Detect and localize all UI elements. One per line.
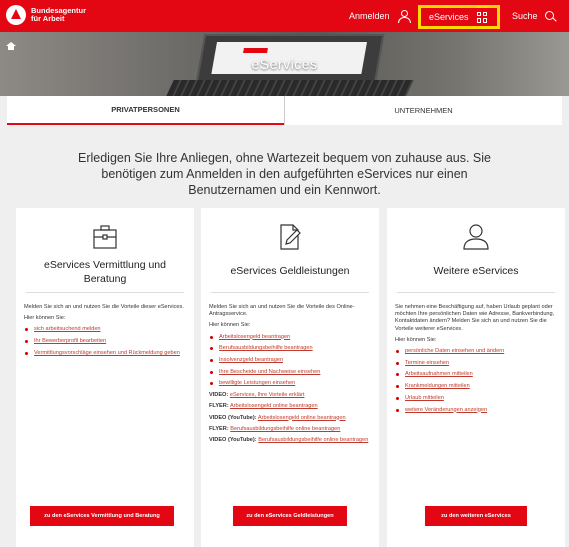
list-item: bewilligte Leistungen einsehen xyxy=(209,380,373,387)
card-title: eServices Geldleistungen xyxy=(230,265,350,277)
media-row: FLYER: Berufsausbildungsbeihilfe online … xyxy=(209,425,341,432)
card-vermittlung: eServices Vermittlung und Beratung Melde… xyxy=(16,208,194,547)
link-krankmeldungen[interactable]: Krankmeldungen mitteilen xyxy=(405,383,470,389)
ba-logo-icon xyxy=(6,5,26,25)
media-row: VIDEO (YouTube): Berufsausbildungsbeihil… xyxy=(209,436,369,443)
media-row: VIDEO: eServices, Ihre Vorteile erklärt xyxy=(209,392,305,399)
media-row: FLYER: Arbeitslosengeld online beantrage… xyxy=(209,403,318,410)
intro-text: Erledigen Sie Ihre Anliegen, ohne Wartez… xyxy=(78,151,491,197)
media-link[interactable]: Berufsausbildungsbeihilfe online beantra… xyxy=(230,426,340,432)
link-persoenliche-daten[interactable]: persönliche Daten einsehen und ändern xyxy=(405,348,504,354)
top-header: Bundesagentur für Arbeit Anmelden eServi… xyxy=(0,0,569,32)
link-urlaub[interactable]: Urlaub mitteilen xyxy=(405,395,444,401)
link-bescheide[interactable]: Ihre Bescheide und Nachweise einsehen xyxy=(219,369,320,375)
grid-icon xyxy=(476,11,488,23)
link-alg-beantragen[interactable]: Arbeitslosengeld beantragen xyxy=(219,334,290,340)
link-list: sich arbeitsuchend melden Ihr Bewerberpr… xyxy=(24,326,188,357)
list-item: weitere Veränderungen anzeigen xyxy=(395,407,559,414)
audience-tabs: PRIVATPERSONEN UNTERNEHMEN xyxy=(7,96,562,125)
media-link[interactable]: eServices, Ihre Vorteile erklärt xyxy=(230,392,305,398)
card-here-label: Hier können Sie: xyxy=(24,315,66,322)
link-bab-beantragen[interactable]: Berufsausbildungsbeihilfe beantragen xyxy=(219,345,313,351)
list-item: Insolvenzgeld beantragen xyxy=(209,357,373,364)
card-geldleistungen: eServices Geldleistungen Melden Sie sich… xyxy=(201,208,379,547)
eservices-link[interactable]: eServices xyxy=(418,5,500,29)
media-link[interactable]: Arbeitslosengeld online beantragen xyxy=(230,403,318,409)
list-item: Krankmeldungen mitteilen xyxy=(395,383,559,390)
link-vermittlungsvorschlaege[interactable]: Vermittlungsvorschläge einsehen und Rück… xyxy=(34,350,180,356)
link-insolvenzgeld[interactable]: Insolvenzgeld beantragen xyxy=(219,357,283,363)
media-link[interactable]: Berufsausbildungsbeihilfe online beantra… xyxy=(258,437,368,443)
divider xyxy=(211,292,369,293)
link-veraenderungen[interactable]: weitere Veränderungen anzeigen xyxy=(405,407,487,413)
list-item: Arbeitsaufnahmen mitteilen xyxy=(395,371,559,378)
brand-line-2: für Arbeit xyxy=(31,14,65,23)
vermittlung-button[interactable]: zu den eServices Vermittlung und Beratun… xyxy=(30,506,174,526)
person-icon xyxy=(463,224,489,250)
list-item: persönliche Daten einsehen und ändern xyxy=(395,348,559,355)
list-item: Ihre Bescheide und Nachweise einsehen xyxy=(209,369,373,376)
media-row: VIDEO (YouTube): Arbeitslosengeld online… xyxy=(209,414,346,421)
user-icon xyxy=(397,10,411,23)
home-icon[interactable] xyxy=(6,42,16,50)
briefcase-icon xyxy=(93,225,117,249)
list-item: Arbeitslosengeld beantragen xyxy=(209,334,373,341)
link-arbeitsaufnahmen[interactable]: Arbeitsaufnahmen mitteilen xyxy=(405,371,473,377)
media-link[interactable]: Arbeitslosengeld online beantragen xyxy=(258,415,346,421)
list-item: Vermittlungsvorschläge einsehen und Rück… xyxy=(24,350,188,357)
hero-title: eServices xyxy=(251,56,318,72)
hero-keyboard-image xyxy=(166,80,414,96)
divider xyxy=(397,292,555,293)
search-icon xyxy=(544,10,556,22)
card-intro: Melden Sie sich an und nutzen Sie die Vo… xyxy=(24,304,184,310)
brand-logo[interactable]: Bundesagentur für Arbeit xyxy=(6,5,86,25)
card-intro: Sie nehmen eine Beschäftigung auf, haben… xyxy=(395,304,555,332)
search-label: Suche xyxy=(512,11,538,21)
list-item: Ihr Bewerberprofil bearbeiten xyxy=(24,338,188,345)
link-list: Arbeitslosengeld beantragen Berufsausbil… xyxy=(209,334,373,388)
geldleistungen-button[interactable]: zu den eServices Geldleistungen xyxy=(233,506,347,526)
link-list: persönliche Daten einsehen und ändern Te… xyxy=(395,348,559,414)
list-item: Termine einsehen xyxy=(395,360,559,367)
hero-banner: eServices xyxy=(0,32,569,96)
list-item: Berufsausbildungsbeihilfe beantragen xyxy=(209,345,373,352)
card-title: Weitere eServices xyxy=(433,265,519,277)
eservices-label: eServices xyxy=(429,12,469,22)
link-bewerberprofil[interactable]: Ihr Bewerberprofil bearbeiten xyxy=(34,338,106,344)
card-here-label: Hier können Sie: xyxy=(395,336,437,343)
login-label: Anmelden xyxy=(349,11,390,21)
link-bewilligte-leistungen[interactable]: bewilligte Leistungen einsehen xyxy=(219,380,295,386)
document-edit-icon xyxy=(280,224,301,250)
list-item: sich arbeitsuchend melden xyxy=(24,326,188,333)
login-link[interactable]: Anmelden xyxy=(349,0,411,32)
divider xyxy=(26,292,184,293)
card-intro: Melden Sie sich an und nutzen Sie die Vo… xyxy=(209,304,355,318)
tab-privatpersonen[interactable]: PRIVATPERSONEN xyxy=(7,96,284,125)
search-link[interactable]: Suche xyxy=(512,0,556,32)
list-item: Urlaub mitteilen xyxy=(395,395,559,402)
tab-unternehmen[interactable]: UNTERNEHMEN xyxy=(285,96,562,125)
card-here-label: Hier können Sie: xyxy=(209,322,251,329)
card-weitere: Weitere eServices Sie nehmen eine Beschä… xyxy=(387,208,565,547)
link-arbeitsuchend[interactable]: sich arbeitsuchend melden xyxy=(34,326,101,332)
weitere-button[interactable]: zu den weiteren eServices xyxy=(425,506,527,526)
link-termine[interactable]: Termine einsehen xyxy=(405,360,449,366)
card-title: eServices Vermittlung und Beratung xyxy=(44,259,166,285)
